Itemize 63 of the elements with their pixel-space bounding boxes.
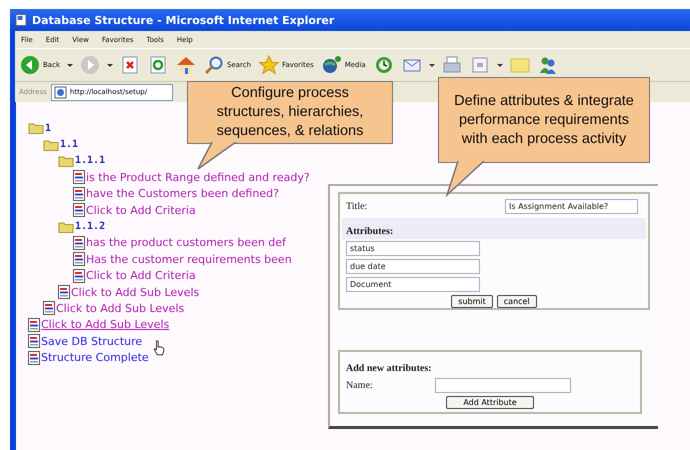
name-label: Name: bbox=[346, 380, 373, 391]
tree-link[interactable]: is the Product Range defined and ready? bbox=[86, 170, 310, 184]
tree-link[interactable]: 1.1 bbox=[60, 139, 78, 150]
callout-text: Define attributes & integrate performance requirements with each process activity bbox=[453, 92, 635, 148]
document-icon bbox=[58, 285, 70, 300]
people-icon bbox=[538, 55, 558, 75]
add-attribute-button[interactable]: Add Attribute bbox=[446, 396, 534, 409]
tree-link[interactable]: 1.1.2 bbox=[75, 221, 106, 232]
document-icon bbox=[73, 203, 85, 218]
title-label: Title: bbox=[346, 201, 368, 212]
folder-icon bbox=[58, 154, 74, 167]
document-icon bbox=[73, 236, 85, 250]
document-icon bbox=[470, 55, 490, 75]
tree-link[interactable]: Click to Add Sub Levels bbox=[56, 302, 184, 315]
tree-link[interactable]: 1 bbox=[45, 122, 52, 134]
hand-cursor-icon bbox=[153, 340, 165, 356]
tree-link[interactable]: Save DB Structure bbox=[41, 334, 142, 348]
folder-icon bbox=[58, 220, 74, 233]
window-title: Database Structure - Microsoft Internet Explorer bbox=[32, 14, 334, 26]
star-icon bbox=[259, 55, 280, 75]
add-heading: Add new attributes: bbox=[346, 363, 432, 374]
caret-icon[interactable] bbox=[428, 64, 435, 66]
tree-link[interactable]: Click to Add Criteria bbox=[86, 204, 196, 217]
tree-link[interactable]: has the product customers been def bbox=[86, 236, 286, 250]
clock-icon bbox=[374, 55, 394, 75]
tree-link[interactable]: have the Customers been defined? bbox=[86, 187, 279, 200]
document-icon bbox=[28, 334, 40, 348]
document-icon bbox=[73, 252, 85, 266]
refresh-icon bbox=[148, 55, 168, 75]
tree-link[interactable]: 1.1.1 bbox=[75, 155, 106, 166]
attribute-field[interactable]: status bbox=[346, 241, 480, 256]
printer-icon bbox=[442, 55, 462, 75]
tree-link[interactable]: Has the customer requirements been bbox=[86, 252, 292, 266]
caret-icon[interactable] bbox=[496, 64, 503, 66]
caret-icon[interactable] bbox=[107, 64, 113, 66]
toolbar-button[interactable] bbox=[175, 54, 197, 76]
attribute-field[interactable]: due date bbox=[346, 259, 480, 274]
page-icon bbox=[15, 14, 27, 26]
folder-icon bbox=[43, 138, 59, 151]
tree-link[interactable]: Click to Add Sub Levels bbox=[41, 318, 170, 332]
caret-icon[interactable] bbox=[67, 64, 73, 66]
attributes-heading: Attributes: bbox=[346, 226, 394, 237]
title-field[interactable]: Is Assignment Available? bbox=[505, 199, 638, 214]
document-icon bbox=[28, 318, 40, 332]
tree-link[interactable]: Structure Complete bbox=[41, 351, 149, 364]
search-icon bbox=[204, 55, 224, 75]
document-icon bbox=[73, 268, 85, 283]
attribute-field[interactable]: Document bbox=[346, 277, 480, 292]
document-icon bbox=[73, 186, 85, 201]
folder-icon bbox=[28, 122, 44, 134]
document-icon bbox=[43, 301, 55, 316]
tree-link[interactable]: Click to Add Criteria bbox=[86, 269, 196, 282]
stop-icon bbox=[120, 55, 140, 75]
globe-icon bbox=[322, 55, 342, 75]
page-icon bbox=[54, 86, 67, 98]
callout-text: Configure process structures, hierarchies, sequences, & relations bbox=[216, 84, 364, 141]
tree-link[interactable]: Click to Add Sub Levels bbox=[71, 286, 200, 299]
form-button[interactable]: cancel bbox=[496, 295, 537, 308]
form-button[interactable]: submit bbox=[451, 295, 493, 308]
document-icon bbox=[73, 170, 85, 184]
home-icon bbox=[176, 55, 196, 75]
document-icon bbox=[28, 350, 40, 365]
name-field[interactable] bbox=[434, 378, 571, 393]
